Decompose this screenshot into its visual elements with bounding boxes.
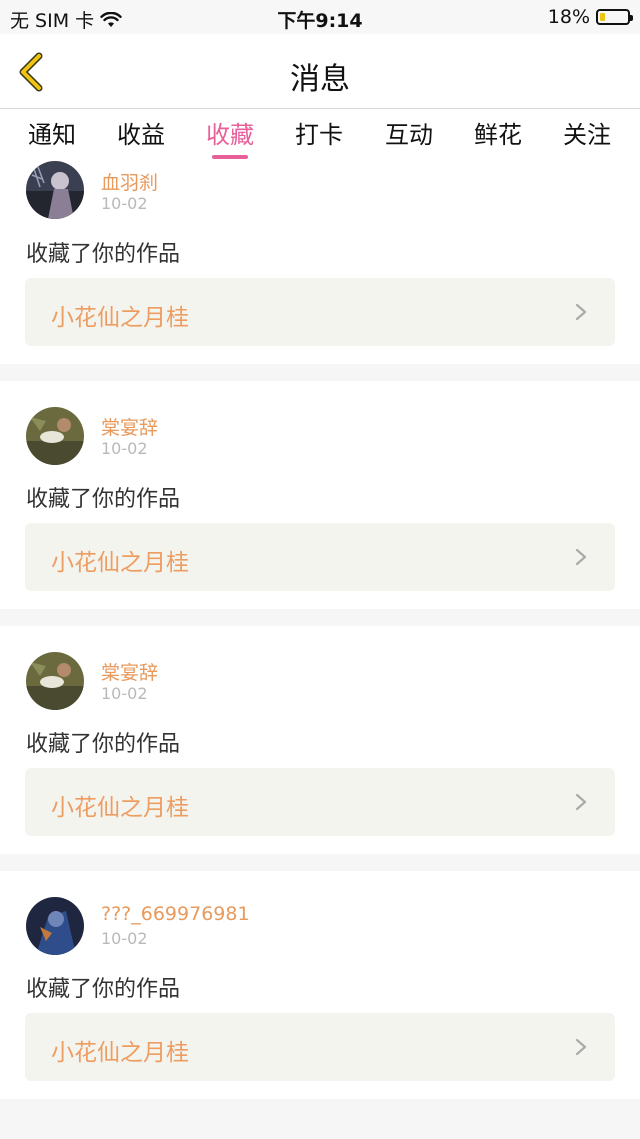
message-date: 10-02 (101, 684, 148, 703)
tab-label: 鲜花 (474, 121, 522, 149)
message-card: 血羽刹 10-02 收藏了你的作品 小花仙之月桂 (0, 159, 640, 364)
message-card: 棠宴辞 10-02 收藏了你的作品 小花仙之月桂 (0, 626, 640, 854)
avatar-image (26, 897, 84, 955)
avatar[interactable] (26, 407, 84, 465)
nav-bar: 消息 (0, 34, 640, 108)
chevron-right-icon (575, 303, 587, 321)
chevron-right-icon (575, 548, 587, 566)
chevron-right-icon (575, 793, 587, 811)
action-text: 收藏了你的作品 (26, 732, 181, 757)
message-card: 棠宴辞 10-02 收藏了你的作品 小花仙之月桂 (0, 381, 640, 609)
tab-label: 通知 (28, 121, 76, 149)
username[interactable]: 血羽刹 (101, 168, 158, 195)
page-title: 消息 (290, 62, 350, 97)
tab-label: 关注 (563, 121, 611, 149)
tab-label: 互动 (385, 121, 433, 149)
work-link[interactable]: 小花仙之月桂 (25, 523, 615, 591)
status-bar: 无 SIM 卡 下午9:14 18% (0, 0, 640, 34)
action-text: 收藏了你的作品 (26, 487, 181, 512)
username[interactable]: 棠宴辞 (101, 413, 158, 440)
battery-fill (600, 13, 605, 21)
tab-label: 打卡 (295, 121, 343, 149)
tab-checkin[interactable]: 打卡 (279, 115, 359, 150)
message-date: 10-02 (101, 439, 148, 458)
work-title: 小花仙之月桂 (51, 305, 189, 331)
message-card: ???_669976981 10-02 收藏了你的作品 小花仙之月桂 (0, 871, 640, 1099)
message-date: 10-02 (101, 929, 148, 948)
work-title: 小花仙之月桂 (51, 1040, 189, 1066)
battery-icon (596, 9, 633, 25)
avatar[interactable] (26, 897, 84, 955)
avatar-image (26, 407, 84, 465)
tab-label: 收益 (117, 121, 165, 149)
message-date: 10-02 (101, 194, 148, 213)
action-text: 收藏了你的作品 (26, 242, 181, 267)
tab-earnings[interactable]: 收益 (101, 115, 181, 150)
battery-tip (630, 15, 633, 21)
username[interactable]: 棠宴辞 (101, 658, 158, 685)
tab-flowers[interactable]: 鲜花 (458, 115, 538, 150)
tab-favorites[interactable]: 收藏 (190, 115, 270, 159)
work-link[interactable]: 小花仙之月桂 (25, 278, 615, 346)
avatar-image (26, 652, 84, 710)
chevron-right-icon (575, 1038, 587, 1056)
avatar[interactable] (26, 652, 84, 710)
tab-interactions[interactable]: 互动 (369, 115, 449, 150)
work-title: 小花仙之月桂 (51, 795, 189, 821)
tab-bar: 通知 收益 收藏 打卡 互动 鲜花 关注 (0, 109, 640, 159)
username[interactable]: ???_669976981 (101, 903, 250, 925)
status-time: 下午9:14 (277, 10, 363, 32)
battery-group: 18% (547, 6, 633, 28)
battery-percent: 18% (547, 6, 590, 28)
avatar[interactable] (26, 161, 84, 219)
work-link[interactable]: 小花仙之月桂 (25, 1013, 615, 1081)
tab-following[interactable]: 关注 (547, 115, 627, 150)
tab-notifications[interactable]: 通知 (12, 115, 92, 150)
work-title: 小花仙之月桂 (51, 550, 189, 576)
action-text: 收藏了你的作品 (26, 977, 181, 1002)
tab-label: 收藏 (206, 121, 254, 149)
work-link[interactable]: 小花仙之月桂 (25, 768, 615, 836)
avatar-image (26, 161, 84, 219)
